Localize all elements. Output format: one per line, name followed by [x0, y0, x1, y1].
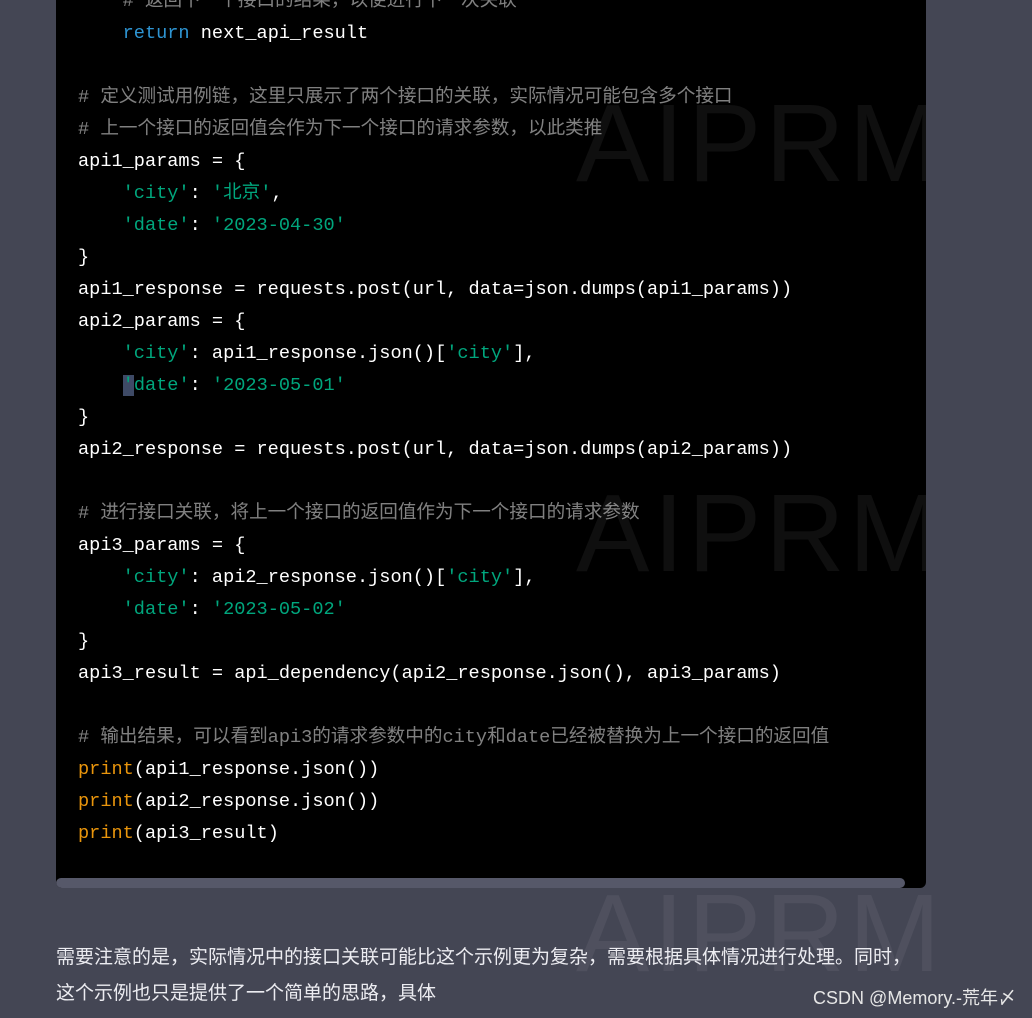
- code-line: 'date': '2023-05-01': [78, 370, 829, 402]
- code-token: 'city': [446, 343, 514, 364]
- code-line: print(api2_response.json()): [78, 786, 829, 818]
- code-line: 'date': '2023-04-30': [78, 210, 829, 242]
- code-line: 'date': '2023-05-02': [78, 594, 829, 626]
- code-token: # 输出结果，可以看到api3的请求参数中的city和date已经被替换为上一个…: [78, 727, 830, 748]
- code-token: : api1_response.json()[: [189, 343, 447, 364]
- csdn-watermark: CSDN @Memory.-荒年〆: [813, 988, 1016, 1008]
- code-token: ],: [513, 343, 536, 364]
- code-token: api1_params = {: [78, 151, 246, 172]
- code-line: api1_params = {: [78, 146, 829, 178]
- code-token: : api2_response.json()[: [189, 567, 447, 588]
- code-token: }: [78, 631, 90, 652]
- code-token: :: [189, 599, 212, 620]
- response-paragraph: 需要注意的是，实际情况中的接口关联可能比这个示例更为复杂，需要根据具体情况进行处…: [56, 946, 912, 1004]
- code-token: (api1_response.json()): [133, 759, 380, 780]
- code-line: # 进行接口关联，将上一个接口的返回值作为下一个接口的请求参数: [78, 498, 829, 530]
- code-token: next_api_result: [189, 23, 369, 44]
- code-token: ],: [513, 567, 536, 588]
- code-token: '2023-05-01': [211, 375, 346, 396]
- code-token: # 进行接口关联，将上一个接口的返回值作为下一个接口的请求参数: [78, 503, 640, 524]
- code-token: ,: [271, 183, 283, 204]
- code-token: '2023-04-30': [211, 215, 346, 236]
- code-token: 'city': [122, 567, 190, 588]
- code-token: print: [78, 759, 134, 780]
- code-token: :: [189, 215, 212, 236]
- code-token: api3_params = {: [78, 535, 246, 556]
- code-token: 'city': [122, 183, 190, 204]
- code-token: }: [78, 247, 90, 268]
- code-token: '北京': [211, 183, 272, 204]
- code-token: 'date': [122, 215, 190, 236]
- code-line: # 输出结果，可以看到api3的请求参数中的city和date已经被替换为上一个…: [78, 722, 829, 754]
- code-line: # 上一个接口的返回值会作为下一个接口的请求参数，以此类推: [78, 114, 829, 146]
- code-token: api3_result = api_dependency(api2_respon…: [78, 663, 781, 684]
- code-token: (api2_response.json()): [133, 791, 380, 812]
- code-token: 'city': [122, 343, 190, 364]
- code-line: }: [78, 242, 829, 274]
- text-cursor: ': [122, 375, 134, 396]
- code-token: # 返回下一个接口的结果，以便进行下一次关联: [78, 0, 517, 12]
- code-line: print(api1_response.json()): [78, 754, 829, 786]
- code-token: return: [78, 23, 190, 44]
- code-line: # 返回下一个接口的结果，以便进行下一次关联: [78, 0, 829, 18]
- code-token: 'city': [446, 567, 514, 588]
- code-token: :: [189, 183, 212, 204]
- code-line: api2_response = requests.post(url, data=…: [78, 434, 829, 466]
- code-token: print: [78, 823, 134, 844]
- code-line: api3_params = {: [78, 530, 829, 562]
- horizontal-scrollbar[interactable]: [56, 878, 905, 888]
- code-line: 'city': '北京',: [78, 178, 829, 210]
- code-token: print: [78, 791, 134, 812]
- code-token: # 上一个接口的返回值会作为下一个接口的请求参数，以此类推: [78, 119, 603, 140]
- code-token: api2_response = requests.post(url, data=…: [78, 439, 793, 460]
- code-line: }: [78, 626, 829, 658]
- code-token: api1_response = requests.post(url, data=…: [78, 279, 793, 300]
- code-token: :: [189, 375, 212, 396]
- code-token: 'date': [122, 599, 190, 620]
- code-token: (api3_result): [133, 823, 279, 844]
- code-line: api3_result = api_dependency(api2_respon…: [78, 658, 829, 690]
- code-token: api2_params = {: [78, 311, 246, 332]
- code-token: '2023-05-02': [211, 599, 346, 620]
- code-token: # 定义测试用例链，这里只展示了两个接口的关联，实际情况可能包含多个接口: [78, 87, 733, 108]
- code-line: 'city': api1_response.json()['city'],: [78, 338, 829, 370]
- code-token: }: [78, 407, 90, 428]
- code-line: # 定义测试用例链，这里只展示了两个接口的关联，实际情况可能包含多个接口: [78, 82, 829, 114]
- code-content[interactable]: # 返回下一个接口的结果，以便进行下一次关联 return next_api_r…: [78, 0, 829, 850]
- code-line: api1_response = requests.post(url, data=…: [78, 274, 829, 306]
- code-line: print(api3_result): [78, 818, 829, 850]
- code-line: return next_api_result: [78, 18, 829, 50]
- code-token: date': [133, 375, 190, 396]
- code-line: 'city': api2_response.json()['city'],: [78, 562, 829, 594]
- code-block: AIPRM AIPRM # 返回下一个接口的结果，以便进行下一次关联 retur…: [56, 0, 926, 888]
- code-line: api2_params = {: [78, 306, 829, 338]
- code-line: }: [78, 402, 829, 434]
